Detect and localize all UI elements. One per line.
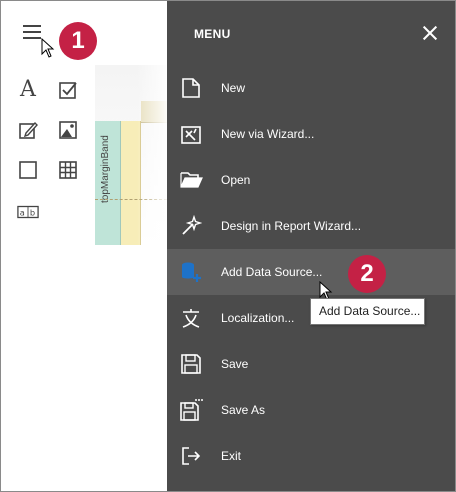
menu-item-new[interactable]: New (167, 65, 455, 111)
magic-wand-icon (179, 214, 203, 238)
toolbox: A ab (1, 65, 95, 265)
menu-item-open[interactable]: Open (167, 157, 455, 203)
menu-item-add-data-source[interactable]: Add Data Source... (167, 249, 455, 295)
menu-item-label: Save (221, 357, 249, 371)
checkbox-icon[interactable] (57, 79, 79, 101)
svg-text:b: b (30, 208, 35, 218)
menu-item-exit[interactable]: Exit (167, 433, 455, 479)
menu-item-design-in-report-wizard[interactable]: Design in Report Wizard... (167, 203, 455, 249)
close-icon[interactable] (420, 23, 440, 43)
menu-item-label: Save As (221, 403, 266, 417)
report-designer-window: 1 A ab topMarginBand MENU New New via Wi… (0, 0, 456, 492)
svg-text:a: a (20, 208, 25, 218)
mouse-cursor-icon (41, 38, 55, 58)
character-comb-icon[interactable]: ab (17, 201, 39, 223)
exit-icon (179, 444, 203, 468)
save-icon (179, 352, 203, 376)
translate-icon (179, 306, 203, 330)
database-add-icon (179, 260, 203, 284)
menu-item-new-via-wizard[interactable]: New via Wizard... (167, 111, 455, 157)
hamburger-menu-icon[interactable] (23, 25, 43, 41)
menu-item-label: New via Wizard... (221, 127, 315, 141)
menu-item-label: Design in Report Wizard... (221, 219, 362, 233)
menu-item-label: New (221, 81, 246, 95)
design-surface[interactable]: topMarginBand (95, 65, 167, 245)
band-label: topMarginBand (100, 135, 111, 203)
panel-icon[interactable] (17, 159, 39, 181)
menu-item-label: Open (221, 173, 251, 187)
label-icon[interactable]: A (17, 79, 39, 101)
picture-icon[interactable] (57, 119, 79, 141)
edit-icon[interactable] (17, 119, 39, 141)
menu-item-label: Exit (221, 449, 242, 463)
step-badge-2: 2 (348, 255, 386, 293)
save-as-icon (179, 398, 203, 422)
menu-item-label: Localization... (221, 311, 295, 325)
menu-title: MENU (194, 27, 231, 41)
designer-header: 1 (1, 1, 167, 65)
table-icon[interactable] (57, 159, 79, 181)
menu-item-label: Add Data Source... (221, 265, 323, 279)
menu-item-save[interactable]: Save (167, 341, 455, 387)
new-file-icon (179, 76, 203, 100)
menu-item-save-as[interactable]: Save As (167, 387, 455, 433)
side-menu: MENU New New via Wizard... Open Design i (167, 1, 455, 491)
step-badge-1: 1 (59, 22, 97, 60)
wizard-icon (179, 122, 203, 146)
tooltip: Add Data Source... (310, 298, 425, 325)
folder-open-icon (179, 168, 203, 192)
